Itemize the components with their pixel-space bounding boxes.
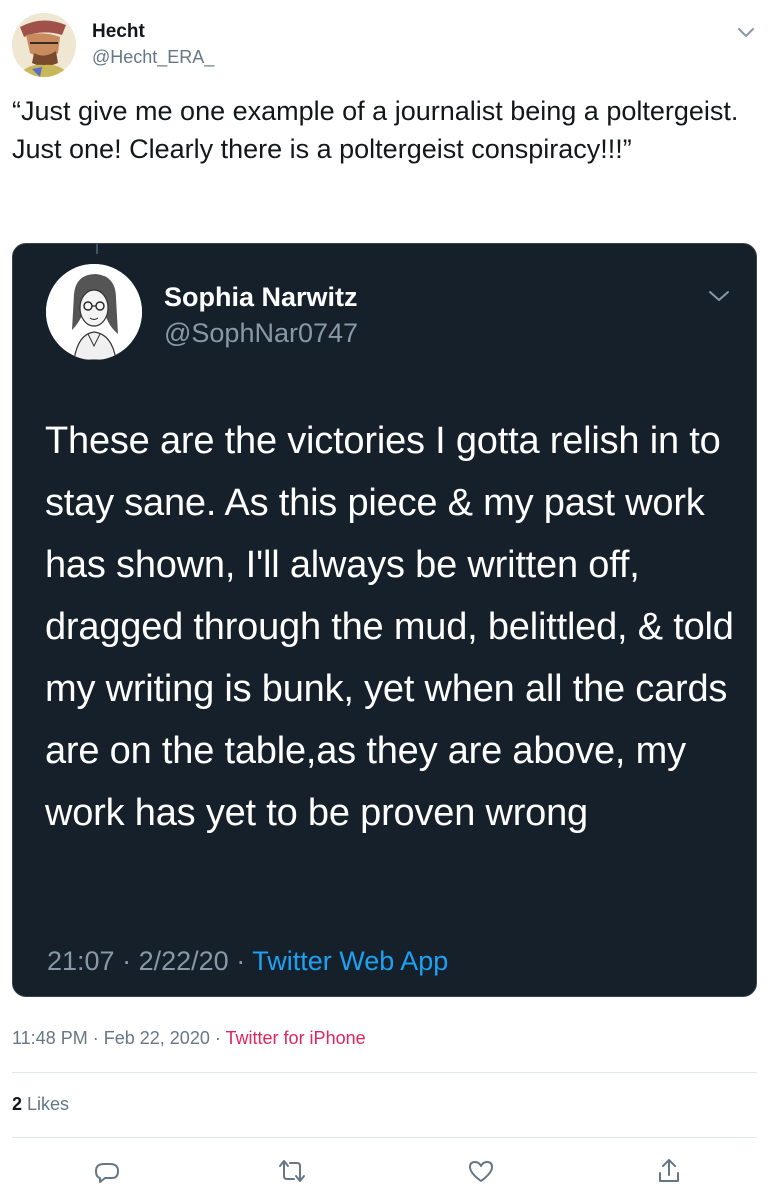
quoted-date: 2/22/20: [138, 946, 229, 976]
tweet-date[interactable]: Feb 22, 2020: [104, 1028, 210, 1048]
quoted-separator: ·: [122, 946, 132, 976]
share-icon[interactable]: [654, 1156, 684, 1186]
tweet: Hecht @Hecht_ERA_ “Just give me one exam…: [0, 0, 779, 1200]
meta-separator: ·: [214, 1028, 221, 1048]
tweet-meta: 11:48 PM · Feb 22, 2020 · Twitter for iP…: [12, 1028, 366, 1049]
quoted-time: 21:07: [47, 946, 115, 976]
like-icon[interactable]: [466, 1156, 496, 1186]
quoted-author-avatar: [46, 264, 142, 360]
avatar-illustration: [12, 13, 76, 77]
quoted-source: Twitter Web App: [252, 946, 449, 976]
quoted-chevron-down-icon: [706, 288, 732, 304]
likes-label: Likes: [27, 1094, 70, 1114]
quoted-tweet-text: These are the victories I gotta relish i…: [45, 420, 734, 834]
quoted-tweet-meta: 21:07 · 2/22/20 · Twitter Web App: [47, 946, 448, 977]
likes-stat[interactable]: 2 Likes: [12, 1094, 69, 1115]
chevron-down-icon[interactable]: [736, 24, 756, 40]
reply-icon[interactable]: [92, 1156, 122, 1186]
embedded-tweet-screenshot[interactable]: Sophia Narwitz @SophNar0747 These are th…: [12, 243, 757, 997]
card-divider-tick: [96, 244, 98, 254]
meta-separator: ·: [92, 1028, 99, 1048]
quoted-avatar-sketch: [46, 264, 142, 360]
tweet-time[interactable]: 11:48 PM: [12, 1028, 88, 1048]
likes-count: 2: [12, 1094, 23, 1114]
tweet-source[interactable]: Twitter for iPhone: [226, 1028, 366, 1048]
author-name[interactable]: Hecht: [92, 21, 145, 43]
quoted-separator: ·: [236, 946, 246, 976]
divider: [12, 1072, 757, 1073]
author-handle[interactable]: @Hecht_ERA_: [92, 47, 214, 68]
divider: [12, 1137, 757, 1138]
quoted-author-name: Sophia Narwitz: [164, 282, 358, 312]
tweet-text: “Just give me one example of a journalis…: [12, 96, 746, 164]
retweet-icon[interactable]: [277, 1156, 307, 1186]
author-avatar[interactable]: [12, 13, 76, 77]
quoted-author-handle: @SophNar0747: [164, 318, 359, 348]
